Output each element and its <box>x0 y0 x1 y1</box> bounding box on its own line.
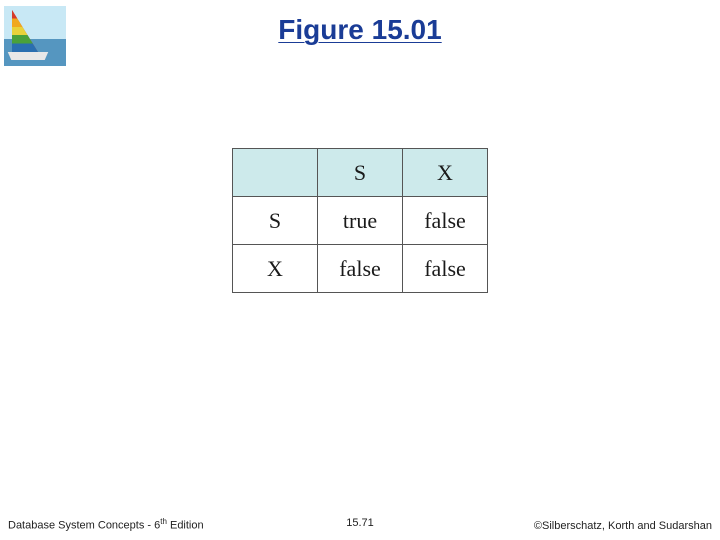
corner-cell <box>233 149 318 197</box>
cell-s-s: true <box>318 197 403 245</box>
compatibility-matrix: S X S true false X false false <box>0 148 720 293</box>
footer-book-title-prefix: Database System Concepts - 6 <box>8 520 160 532</box>
col-header-s: S <box>318 149 403 197</box>
slide-footer: Database System Concepts - 6th Edition 1… <box>8 517 712 532</box>
footer-copyright: ©Silberschatz, Korth and Sudarshan <box>534 520 712 532</box>
lock-compatibility-table: S X S true false X false false <box>232 148 488 293</box>
row-header-x: X <box>233 245 318 293</box>
sailboat-hull <box>6 52 50 60</box>
cell-x-s: false <box>318 245 403 293</box>
footer-edition-sup: th <box>160 517 167 526</box>
row-header-s: S <box>233 197 318 245</box>
cell-s-x: false <box>403 197 488 245</box>
footer-book-title-suffix: Edition <box>167 520 204 532</box>
footer-page-number: 15.71 <box>346 517 374 529</box>
cell-x-x: false <box>403 245 488 293</box>
figure-title: Figure 15.01 <box>0 14 720 46</box>
footer-left: Database System Concepts - 6th Edition <box>8 517 204 532</box>
col-header-x: X <box>403 149 488 197</box>
